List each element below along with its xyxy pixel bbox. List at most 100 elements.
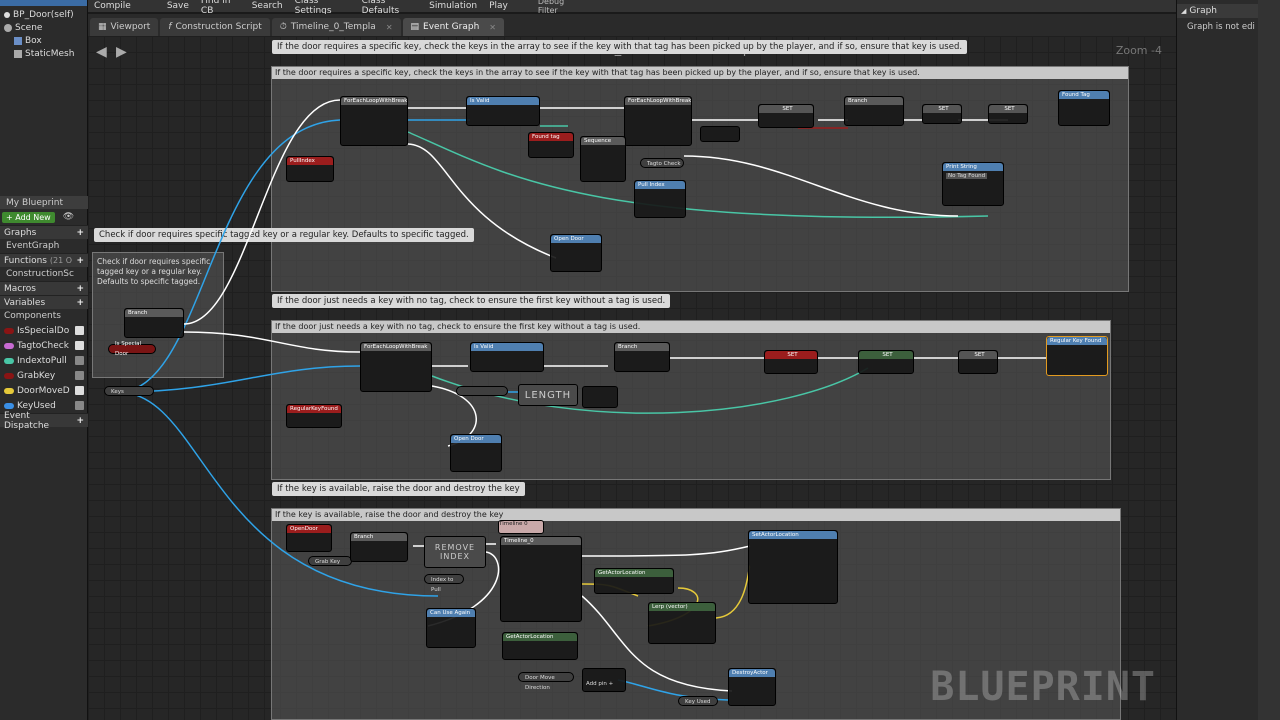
variable-type-icon: [4, 387, 14, 394]
node-open-door-2[interactable]: Open Door: [450, 434, 502, 472]
eye-icon[interactable]: 👁: [63, 212, 74, 222]
variable-item[interactable]: GrabKey: [0, 368, 88, 383]
visibility-eye-icon[interactable]: [75, 326, 84, 335]
component-scene[interactable]: Scene: [0, 21, 87, 34]
node-isvalid-2[interactable]: Is Valid: [470, 342, 544, 372]
construction-script-item[interactable]: ConstructionSc: [0, 267, 88, 281]
node-is-special-door[interactable]: Is Special Door: [108, 341, 156, 357]
node-set-6[interactable]: SET: [958, 350, 998, 374]
tab-viewport[interactable]: ▦ Viewport: [90, 18, 159, 36]
node-destroy-actor[interactable]: DestroyActor: [728, 668, 776, 706]
node-door-move-direction[interactable]: Door Move Direction: [518, 672, 574, 691]
node-target-keys-2[interactable]: [456, 386, 508, 396]
event-graph-item[interactable]: EventGraph: [0, 239, 88, 253]
tab-event-graph[interactable]: ▤ Event Graph ✕: [402, 18, 504, 36]
visibility-eye-icon[interactable]: [75, 341, 84, 350]
node-print-string[interactable]: Print String No Tag Found: [942, 162, 1004, 206]
node-get-actor-location-2[interactable]: GetActorLocation: [502, 632, 578, 660]
macros-section[interactable]: Macros +: [0, 281, 88, 295]
add-new-button[interactable]: + Add New: [2, 211, 55, 223]
variable-item[interactable]: DoorMoveD: [0, 383, 88, 398]
node-branch-1[interactable]: Branch: [844, 96, 904, 126]
node-branch-3[interactable]: Branch: [350, 532, 408, 562]
print-string-default[interactable]: No Tag Found: [946, 173, 988, 179]
variables-section[interactable]: Variables +: [0, 295, 88, 309]
component-mesh[interactable]: StaticMesh: [0, 47, 87, 60]
add-macro-icon[interactable]: +: [76, 284, 84, 294]
close-tab-icon[interactable]: ✕: [386, 23, 393, 32]
node-grab-key[interactable]: Grab Key: [308, 556, 352, 566]
visibility-eye-icon[interactable]: [75, 401, 84, 410]
close-tab-icon[interactable]: ✕: [489, 23, 496, 32]
node-tag-check[interactable]: Tagto Check: [640, 158, 684, 168]
node-foreach-3[interactable]: ForEachLoopWithBreak: [360, 342, 432, 392]
node-open-door-2-title: Open Door: [451, 435, 501, 443]
event-dispatchers-section[interactable]: Event Dispatche +: [0, 411, 88, 431]
debug-filter[interactable]: Debug Filter: [532, 0, 586, 15]
add-function-icon[interactable]: +: [76, 256, 84, 266]
visibility-eye-icon[interactable]: [75, 371, 84, 380]
variable-item[interactable]: IndextoPull: [0, 353, 88, 368]
graphs-section[interactable]: Graphs +: [0, 225, 88, 239]
node-open-door-1[interactable]: Open Door: [550, 234, 602, 272]
node-branch-0-title: Branch: [125, 309, 183, 317]
graph-canvas[interactable]: ◀ ▶ BP_Door › Event Graph Zoom -4 If the…: [88, 36, 1176, 720]
node-set-5[interactable]: SET: [858, 350, 914, 374]
node-add-vector[interactable]: Add pin +: [582, 668, 626, 692]
node-set-2[interactable]: SET: [922, 104, 962, 124]
node-pull-index[interactable]: Pull Index: [634, 180, 686, 218]
node-found-tag[interactable]: Found Tag: [1058, 90, 1110, 126]
node-can-use-again[interactable]: Can Use Again: [426, 608, 476, 648]
node-lerp[interactable]: Lerp (vector): [648, 602, 716, 644]
component-root[interactable]: BP_Door(self): [0, 8, 87, 21]
node-opendoor-event[interactable]: OpenDoor: [286, 524, 332, 552]
node-greater[interactable]: [582, 386, 618, 408]
visibility-eye-icon[interactable]: [75, 386, 84, 395]
node-keys-var[interactable]: Keys: [104, 386, 154, 396]
simulation-button[interactable]: Simulation: [423, 1, 483, 11]
node-timeline[interactable]: Timeline_0: [500, 536, 582, 622]
variable-item[interactable]: TagtoCheck: [0, 338, 88, 353]
node-set-4[interactable]: SET: [764, 350, 818, 374]
node-length[interactable]: LENGTH: [518, 384, 578, 406]
add-pin-button[interactable]: Add pin +: [586, 681, 613, 687]
node-foreach-1[interactable]: ForEachLoopWithBreak: [340, 96, 408, 146]
visibility-eye-icon[interactable]: [75, 356, 84, 365]
node-branch-2[interactable]: Branch: [614, 342, 670, 372]
node-regular-key-found[interactable]: Regular Key Found: [1046, 336, 1108, 376]
compile-button[interactable]: Compile: [88, 1, 137, 11]
node-set-1[interactable]: SET: [758, 104, 814, 128]
node-isvalid-1[interactable]: Is Valid: [466, 96, 540, 126]
node-found-tag-event[interactable]: Found tag: [528, 132, 574, 158]
node-index-to-pull[interactable]: Index to Pull: [424, 574, 464, 593]
tab-timeline[interactable]: ⏱ Timeline_0_Templa ✕: [271, 18, 401, 36]
node-set-3[interactable]: SET: [988, 104, 1028, 124]
node-get-actor-location-1[interactable]: GetActorLocation: [594, 568, 674, 594]
functions-section[interactable]: Functions (21 O +: [0, 253, 88, 267]
right-scroll-strip[interactable]: [1258, 0, 1280, 720]
my-blueprint-tab[interactable]: My Blueprint: [0, 196, 88, 209]
node-key-used[interactable]: Key Used: [678, 696, 718, 706]
play-button[interactable]: Play: [483, 1, 514, 11]
variable-item[interactable]: IsSpecialDo: [0, 323, 88, 338]
functions-label: Functions: [4, 255, 47, 266]
wire-branch0-true: [183, 99, 341, 325]
blueprint-watermark: BLUEPRINT: [930, 664, 1156, 710]
node-foreach-2[interactable]: ForEachLoopWithBreak: [624, 96, 692, 146]
add-graph-icon[interactable]: +: [76, 228, 84, 238]
node-remove-index[interactable]: REMOVE INDEX: [424, 536, 486, 568]
node-equal[interactable]: [700, 126, 740, 142]
component-box[interactable]: Box: [0, 34, 87, 47]
tab-construction-script[interactable]: f Construction Script: [160, 18, 270, 36]
node-set-actor-location[interactable]: SetActorLocation: [748, 530, 838, 604]
node-regular-key-event[interactable]: RegularKeyFound: [286, 404, 342, 428]
viewport-icon: ▦: [98, 22, 107, 32]
add-dispatcher-icon[interactable]: +: [76, 416, 84, 426]
search-button[interactable]: Search: [246, 1, 289, 11]
save-button[interactable]: Save: [161, 1, 195, 11]
node-sequence[interactable]: Sequence: [580, 136, 626, 182]
add-variable-icon[interactable]: +: [76, 298, 84, 308]
node-branch-0[interactable]: Branch: [124, 308, 184, 338]
components-category[interactable]: Components: [0, 309, 88, 323]
node-pull-index-event[interactable]: PullIndex: [286, 156, 334, 182]
